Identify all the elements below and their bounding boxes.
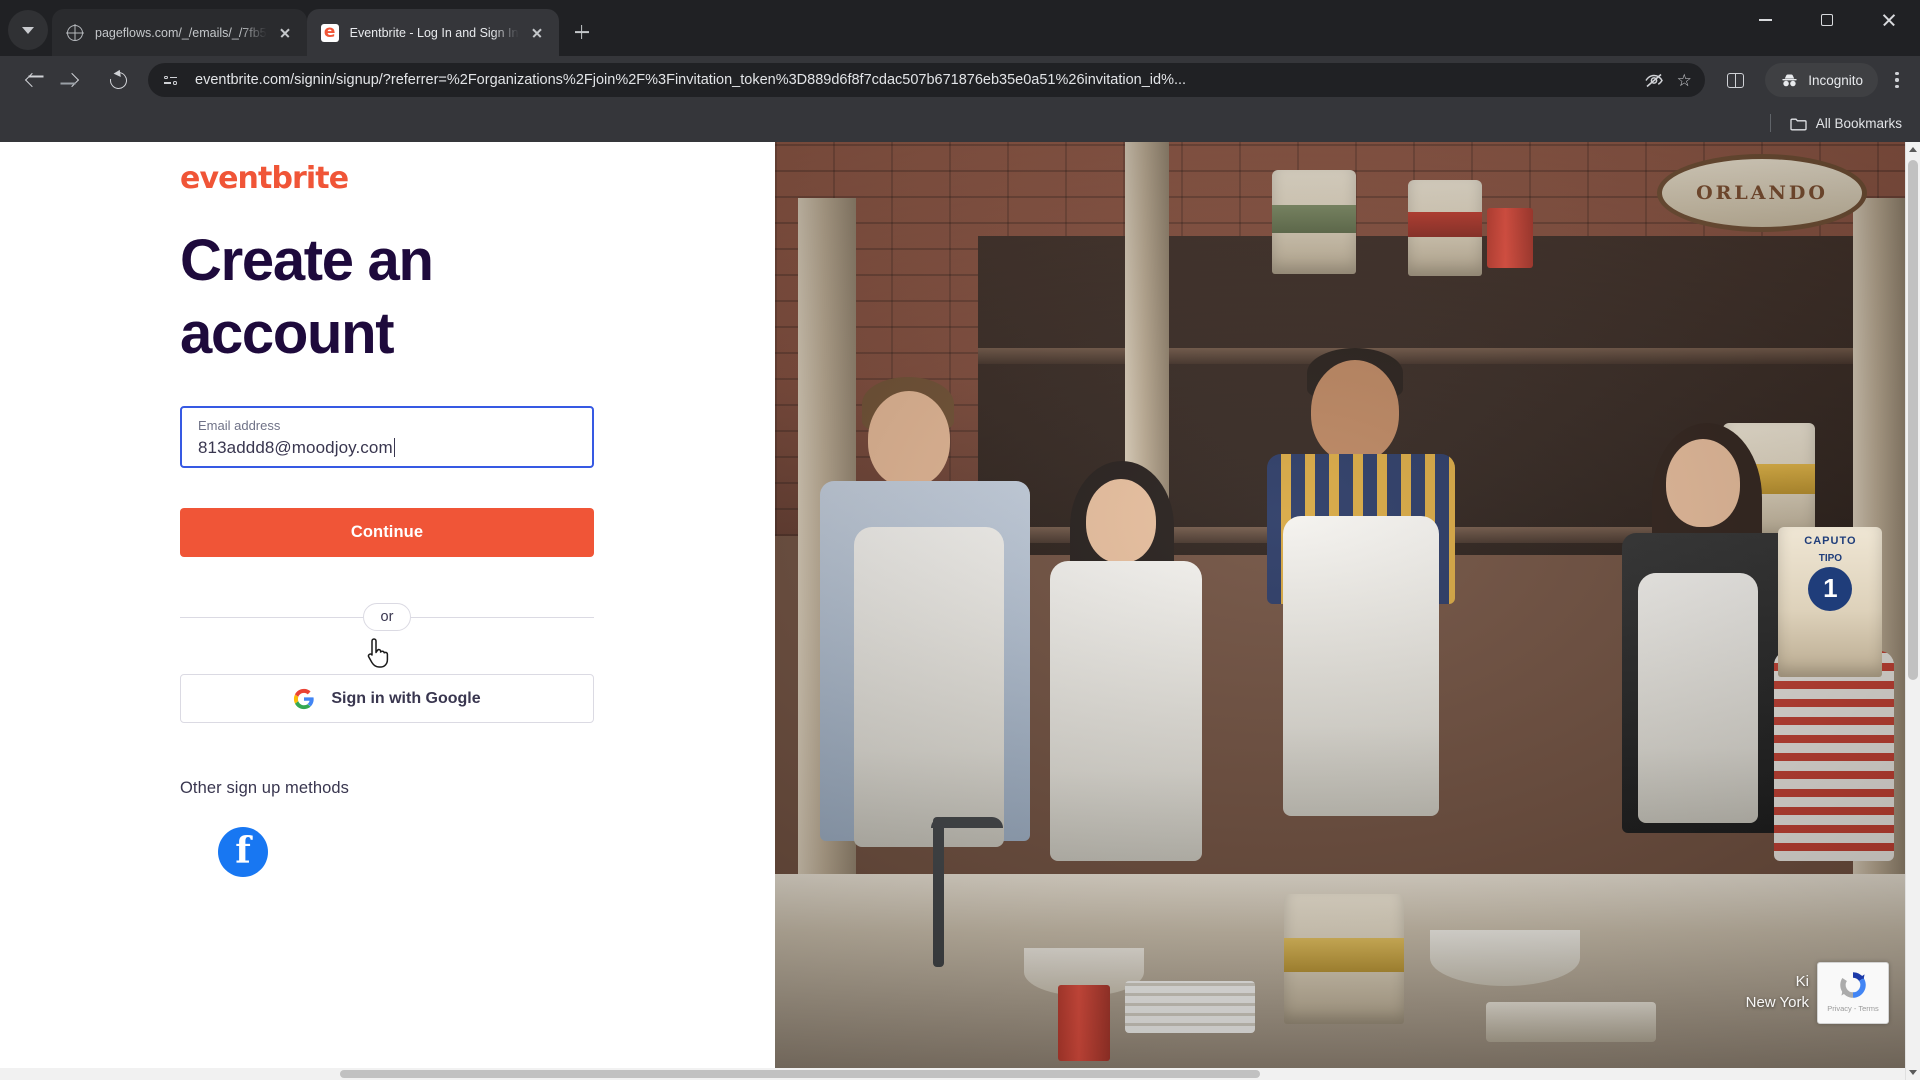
text-caret	[393, 437, 396, 457]
star-icon[interactable]: ☆	[1669, 65, 1699, 95]
incognito-icon	[1782, 74, 1797, 86]
reload-icon	[106, 68, 130, 92]
kebab-menu-icon[interactable]	[1882, 63, 1912, 97]
side-panel-button[interactable]	[1718, 63, 1752, 97]
tab-search-button[interactable]	[8, 10, 48, 50]
horizontal-scrollbar[interactable]	[0, 1068, 1905, 1080]
eventbrite-icon: e	[320, 23, 339, 42]
incognito-profile-button[interactable]: Incognito	[1765, 63, 1878, 97]
url-text: eventbrite.com/signin/signup/?referrer=%…	[195, 72, 1187, 88]
tab-title: pageflows.com/_/emails/_/7fb5	[95, 25, 267, 40]
close-window-button[interactable]	[1858, 0, 1920, 40]
recaptcha-separator: -	[1853, 1004, 1857, 1013]
chevron-down-icon	[1909, 1070, 1917, 1075]
other-signup-methods-label: Other sign up methods	[180, 779, 350, 798]
divider-label: or	[362, 603, 412, 632]
vertical-scrollbar-thumb[interactable]	[1908, 160, 1918, 680]
tab-close-icon[interactable]	[275, 23, 295, 43]
scroll-down-button[interactable]	[1906, 1065, 1920, 1080]
minimize-icon	[1758, 19, 1772, 21]
divider-line-right	[411, 616, 594, 618]
email-input[interactable]: 813addd8@moodjoy.com	[198, 435, 393, 461]
hero-scene: ORLANDO CAPUTO TIPO	[775, 142, 1905, 1080]
globe-icon	[66, 24, 84, 42]
recaptcha-privacy-link[interactable]: Privacy	[1827, 1004, 1852, 1013]
arrow-right-icon	[64, 72, 80, 88]
email-field-label: Email address	[198, 418, 281, 434]
address-bar[interactable]: eventbrite.com/signin/signup/?referrer=%…	[148, 63, 1706, 97]
signup-form-column: eventbrite Create an account Email addre…	[0, 142, 775, 1080]
maximize-button[interactable]	[1796, 0, 1858, 40]
horizontal-scrollbar-thumb[interactable]	[340, 1070, 1260, 1078]
divider-line-left	[180, 616, 363, 618]
minimize-button[interactable]	[1734, 0, 1796, 40]
hero-image: ORLANDO CAPUTO TIPO	[775, 142, 1905, 1080]
flour-brand-label: CAPUTO	[1804, 534, 1857, 547]
folder-icon	[1790, 117, 1807, 130]
browser-tab-pageflows[interactable]: pageflows.com/_/emails/_/7fb5	[52, 9, 307, 56]
facebook-signin-button[interactable]: f	[218, 827, 268, 878]
google-signin-button[interactable]: Sign in with Google	[180, 674, 594, 724]
recaptcha-badge[interactable]: Privacy - Terms	[1817, 962, 1889, 1024]
window-controls	[1734, 0, 1920, 56]
tab-strip: pageflows.com/_/emails/_/7fb5 e Eventbri…	[0, 0, 1920, 56]
recaptcha-links: Privacy - Terms	[1827, 1004, 1879, 1013]
page-viewport: eventbrite Create an account Email addre…	[0, 142, 1920, 1080]
close-icon	[1881, 12, 1897, 28]
page-title: Create an account	[180, 228, 434, 367]
chevron-up-icon	[1909, 147, 1917, 152]
facebook-icon: f	[235, 830, 251, 873]
new-tab-button[interactable]	[565, 15, 599, 49]
maximize-icon	[1821, 14, 1833, 26]
continue-button[interactable]: Continue	[180, 508, 594, 558]
vertical-scrollbar[interactable]	[1905, 142, 1920, 1080]
mouse-cursor	[367, 637, 393, 674]
flour-type-label: TIPO	[1818, 552, 1843, 564]
google-icon	[294, 688, 314, 709]
eventbrite-signup-page: eventbrite Create an account Email addre…	[0, 142, 1905, 1080]
incognito-label: Incognito	[1808, 72, 1863, 88]
or-divider: or	[180, 603, 594, 632]
google-signin-label: Sign in with Google	[331, 689, 481, 707]
eye-off-icon[interactable]	[1639, 65, 1669, 95]
tab-close-icon[interactable]	[527, 23, 547, 43]
scroll-up-button[interactable]	[1906, 142, 1920, 157]
recaptcha-terms-link[interactable]: Terms	[1858, 1004, 1878, 1013]
forward-button[interactable]	[57, 63, 91, 97]
arrow-left-icon	[24, 72, 40, 88]
all-bookmarks-label[interactable]: All Bookmarks	[1816, 116, 1902, 131]
side-panel-icon	[1726, 72, 1744, 88]
browser-window: pageflows.com/_/emails/_/7fb5 e Eventbri…	[0, 0, 1920, 1080]
bookmarks-bar: All Bookmarks	[0, 104, 1920, 142]
browser-tab-eventbrite[interactable]: e Eventbrite - Log In and Sign In	[306, 9, 559, 56]
email-field[interactable]: Email address 813addd8@moodjoy.com	[180, 406, 594, 469]
hero-caption: Ki New York	[1746, 971, 1809, 1015]
back-button[interactable]	[13, 63, 47, 97]
browser-toolbar: eventbrite.com/signin/signup/?referrer=%…	[0, 56, 1920, 104]
flour-number-label: 1	[1808, 566, 1853, 611]
chevron-down-icon	[22, 26, 34, 34]
site-settings-icon[interactable]	[162, 71, 181, 90]
divider	[1769, 114, 1771, 132]
eventbrite-logo: eventbrite	[180, 161, 349, 196]
hero-caption-line2: New York	[1745, 994, 1809, 1012]
recaptcha-icon	[1840, 972, 1866, 998]
reload-button[interactable]	[101, 63, 135, 97]
hero-caption-line1: Ki	[1795, 972, 1809, 990]
tab-title: Eventbrite - Log In and Sign In	[349, 25, 519, 40]
